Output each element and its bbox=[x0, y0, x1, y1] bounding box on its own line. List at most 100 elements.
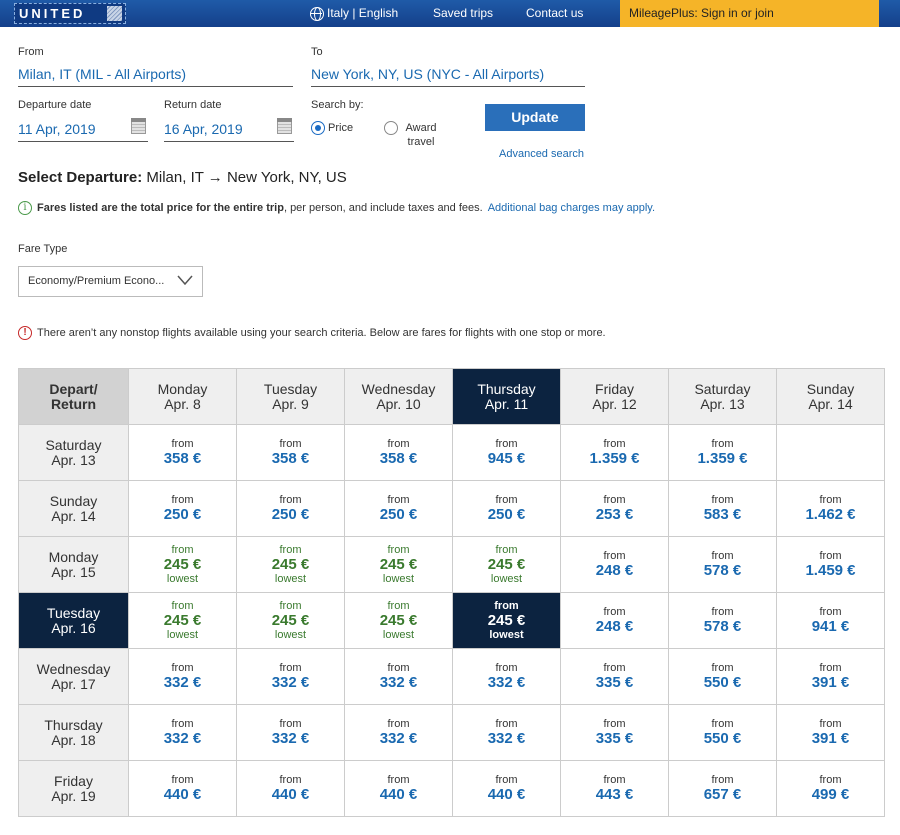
return-row-header[interactable]: Thursday Apr. 18 bbox=[18, 704, 129, 761]
calendar-icon[interactable] bbox=[277, 118, 292, 134]
fare-cell[interactable]: from 250 € bbox=[452, 480, 561, 537]
fare-cell[interactable]: from 245 € lowest bbox=[452, 592, 561, 649]
language-selector[interactable]: Italy | English bbox=[310, 0, 398, 27]
from-input[interactable]: Milan, IT (MIL - All Airports) bbox=[18, 65, 293, 87]
fare-from-label: from bbox=[279, 544, 302, 556]
corner-line-2: Return bbox=[50, 395, 97, 412]
fare-cell[interactable]: from 440 € bbox=[128, 760, 237, 817]
return-row-header[interactable]: Tuesday Apr. 16 bbox=[18, 592, 129, 649]
fare-price: 250 € bbox=[163, 506, 202, 523]
fare-cell[interactable]: from 443 € bbox=[560, 760, 669, 817]
to-label: To bbox=[311, 46, 323, 58]
fare-cell[interactable]: from 245 € lowest bbox=[128, 592, 237, 649]
fare-cell[interactable]: from 358 € bbox=[128, 424, 237, 481]
fare-cell[interactable]: from 440 € bbox=[452, 760, 561, 817]
price-radio[interactable] bbox=[311, 121, 325, 135]
fare-cell[interactable]: from 250 € bbox=[236, 480, 345, 537]
fare-cell[interactable]: from 248 € bbox=[560, 536, 669, 593]
fare-from-label: from bbox=[495, 718, 518, 730]
fare-cell[interactable]: from 332 € bbox=[128, 648, 237, 705]
fare-cell[interactable]: from 335 € bbox=[560, 648, 669, 705]
depart-column-header[interactable]: Friday Apr. 12 bbox=[560, 368, 669, 425]
fare-from-label: from bbox=[495, 494, 518, 506]
return-row-header[interactable]: Sunday Apr. 14 bbox=[18, 480, 129, 537]
depart-column-header[interactable]: Sunday Apr. 14 bbox=[776, 368, 885, 425]
fare-cell[interactable]: from 358 € bbox=[344, 424, 453, 481]
fare-from-label: from bbox=[603, 438, 626, 450]
depart-column-header[interactable]: Wednesday Apr. 10 bbox=[344, 368, 453, 425]
contact-us-link[interactable]: Contact us bbox=[526, 0, 583, 27]
fare-cell[interactable]: from 332 € bbox=[236, 648, 345, 705]
award-travel-radio[interactable] bbox=[384, 121, 398, 135]
bag-charges-link[interactable]: Additional bag charges may apply. bbox=[488, 202, 655, 214]
saved-trips-link[interactable]: Saved trips bbox=[433, 0, 493, 27]
depart-return-corner: Depart/ Return bbox=[18, 368, 129, 425]
fare-price: 245 € bbox=[379, 612, 418, 629]
fare-cell[interactable]: from 250 € bbox=[128, 480, 237, 537]
fare-cell[interactable]: from 583 € bbox=[668, 480, 777, 537]
fare-price: 358 € bbox=[271, 450, 310, 467]
departure-date-input[interactable]: 11 Apr, 2019 bbox=[18, 120, 148, 142]
fare-cell[interactable]: from 550 € bbox=[668, 648, 777, 705]
fare-cell[interactable]: from 499 € bbox=[776, 760, 885, 817]
fare-cell[interactable]: from 245 € lowest bbox=[344, 536, 453, 593]
lowest-fare-badge: lowest bbox=[382, 629, 415, 641]
mileageplus-signin-link[interactable]: MileagePlus: Sign in or join bbox=[620, 0, 879, 27]
fare-cell[interactable]: from 245 € lowest bbox=[452, 536, 561, 593]
united-logo[interactable]: UNITED bbox=[14, 3, 126, 24]
return-row: Friday Apr. 19 from 440 € from 440 € from 440 €… bbox=[18, 760, 885, 817]
return-date-input[interactable]: 16 Apr, 2019 bbox=[164, 120, 294, 142]
depart-column-header[interactable]: Tuesday Apr. 9 bbox=[236, 368, 345, 425]
fare-cell[interactable]: from 332 € bbox=[452, 648, 561, 705]
fare-notice-bold: Fares listed are the total price for the… bbox=[37, 202, 284, 214]
top-nav-bar: UNITED Italy | English Saved trips Conta… bbox=[0, 0, 900, 27]
fare-cell[interactable]: from 245 € lowest bbox=[344, 592, 453, 649]
fare-cell[interactable]: from 1.462 € bbox=[776, 480, 885, 537]
fare-cell[interactable]: from 245 € lowest bbox=[236, 592, 345, 649]
advanced-search-link[interactable]: Advanced search bbox=[499, 148, 584, 160]
return-row-header[interactable]: Monday Apr. 15 bbox=[18, 536, 129, 593]
fare-cell[interactable]: from 335 € bbox=[560, 704, 669, 761]
fare-cell[interactable]: from 391 € bbox=[776, 648, 885, 705]
fare-cell[interactable]: from 332 € bbox=[128, 704, 237, 761]
fare-cell[interactable]: from 578 € bbox=[668, 592, 777, 649]
fare-cell[interactable]: from 358 € bbox=[236, 424, 345, 481]
row-day: Sunday bbox=[49, 492, 98, 509]
return-row: Wednesday Apr. 17 from 332 € from 332 € from 33… bbox=[18, 648, 885, 705]
fare-cell[interactable]: from 245 € lowest bbox=[236, 536, 345, 593]
update-button[interactable]: Update bbox=[485, 104, 585, 131]
fare-cell[interactable]: from 332 € bbox=[344, 648, 453, 705]
fare-from-label: from bbox=[819, 494, 842, 506]
fare-cell[interactable]: from 332 € bbox=[344, 704, 453, 761]
fare-cell[interactable]: from 245 € lowest bbox=[128, 536, 237, 593]
column-date: Apr. 8 bbox=[164, 395, 201, 412]
logo-text: UNITED bbox=[19, 6, 86, 21]
fare-cell[interactable]: from 1.359 € bbox=[560, 424, 669, 481]
fare-cell[interactable]: from 248 € bbox=[560, 592, 669, 649]
fare-cell[interactable]: from 1.459 € bbox=[776, 536, 885, 593]
fare-cell[interactable]: from 253 € bbox=[560, 480, 669, 537]
fare-cell[interactable]: from 945 € bbox=[452, 424, 561, 481]
fare-price: 332 € bbox=[379, 730, 418, 747]
return-row-header[interactable]: Saturday Apr. 13 bbox=[18, 424, 129, 481]
fare-cell[interactable]: from 657 € bbox=[668, 760, 777, 817]
fare-cell[interactable]: from 332 € bbox=[452, 704, 561, 761]
to-input[interactable]: New York, NY, US (NYC - All Airports) bbox=[311, 65, 585, 87]
fare-type-select[interactable]: Economy/Premium Econo... bbox=[18, 266, 203, 297]
fare-cell[interactable]: from 1.359 € bbox=[668, 424, 777, 481]
depart-column-header[interactable]: Thursday Apr. 11 bbox=[452, 368, 561, 425]
fare-cell[interactable]: from 440 € bbox=[344, 760, 453, 817]
fare-cell[interactable]: from 250 € bbox=[344, 480, 453, 537]
return-row-header[interactable]: Wednesday Apr. 17 bbox=[18, 648, 129, 705]
fare-cell[interactable]: from 391 € bbox=[776, 704, 885, 761]
fare-cell[interactable]: from 578 € bbox=[668, 536, 777, 593]
fare-cell[interactable]: from 332 € bbox=[236, 704, 345, 761]
depart-column-header[interactable]: Saturday Apr. 13 bbox=[668, 368, 777, 425]
fare-cell[interactable]: from 440 € bbox=[236, 760, 345, 817]
calendar-icon[interactable] bbox=[131, 118, 146, 134]
return-row-header[interactable]: Friday Apr. 19 bbox=[18, 760, 129, 817]
fare-cell[interactable]: from 550 € bbox=[668, 704, 777, 761]
fare-cell[interactable]: from 941 € bbox=[776, 592, 885, 649]
row-date: Apr. 17 bbox=[51, 675, 96, 692]
depart-column-header[interactable]: Monday Apr. 8 bbox=[128, 368, 237, 425]
